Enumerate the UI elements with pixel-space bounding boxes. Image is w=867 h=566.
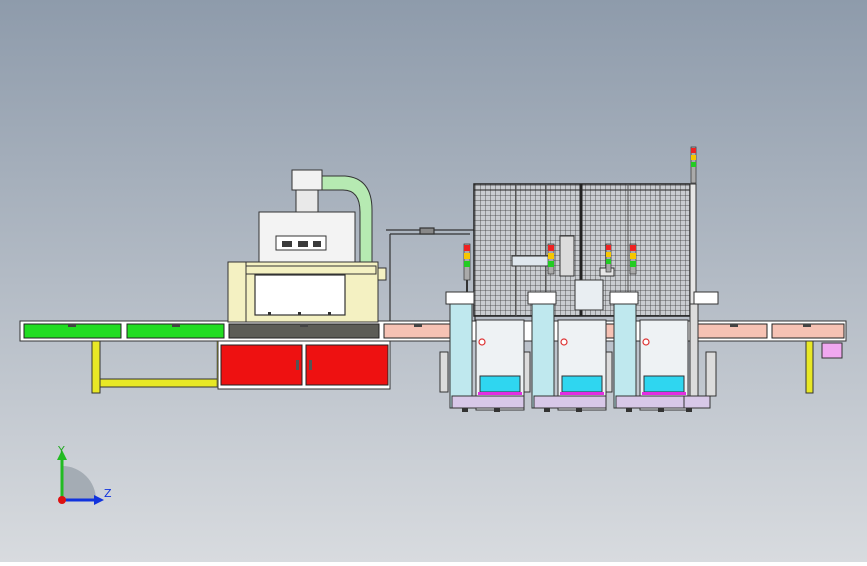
signal-tower-inner[interactable]	[605, 243, 612, 273]
cabinet-door-left[interactable]	[220, 344, 303, 386]
chimney[interactable]	[291, 169, 323, 191]
z-axis-label: Z	[104, 487, 112, 500]
unit-2-screen[interactable]	[561, 375, 603, 393]
cabinet-door-right[interactable]	[305, 344, 389, 386]
hood-window[interactable]	[254, 274, 346, 316]
unit-3-screen[interactable]	[643, 375, 685, 393]
cad-viewport[interactable]: Y Z	[0, 0, 867, 562]
signal-tower-top[interactable]	[690, 146, 697, 184]
signal-tower-right[interactable]	[629, 243, 637, 275]
red-cabinet[interactable]	[217, 340, 391, 390]
conveyor[interactable]	[19, 320, 847, 342]
origin-point	[58, 496, 66, 504]
y-axis-label: Y	[57, 444, 65, 457]
safety-enclosure[interactable]	[473, 183, 697, 317]
assembly-drawing: Y Z	[0, 0, 867, 562]
unit-1-screen[interactable]	[479, 375, 521, 393]
viewport-background	[0, 0, 867, 562]
signal-tower-mid[interactable]	[547, 243, 555, 275]
